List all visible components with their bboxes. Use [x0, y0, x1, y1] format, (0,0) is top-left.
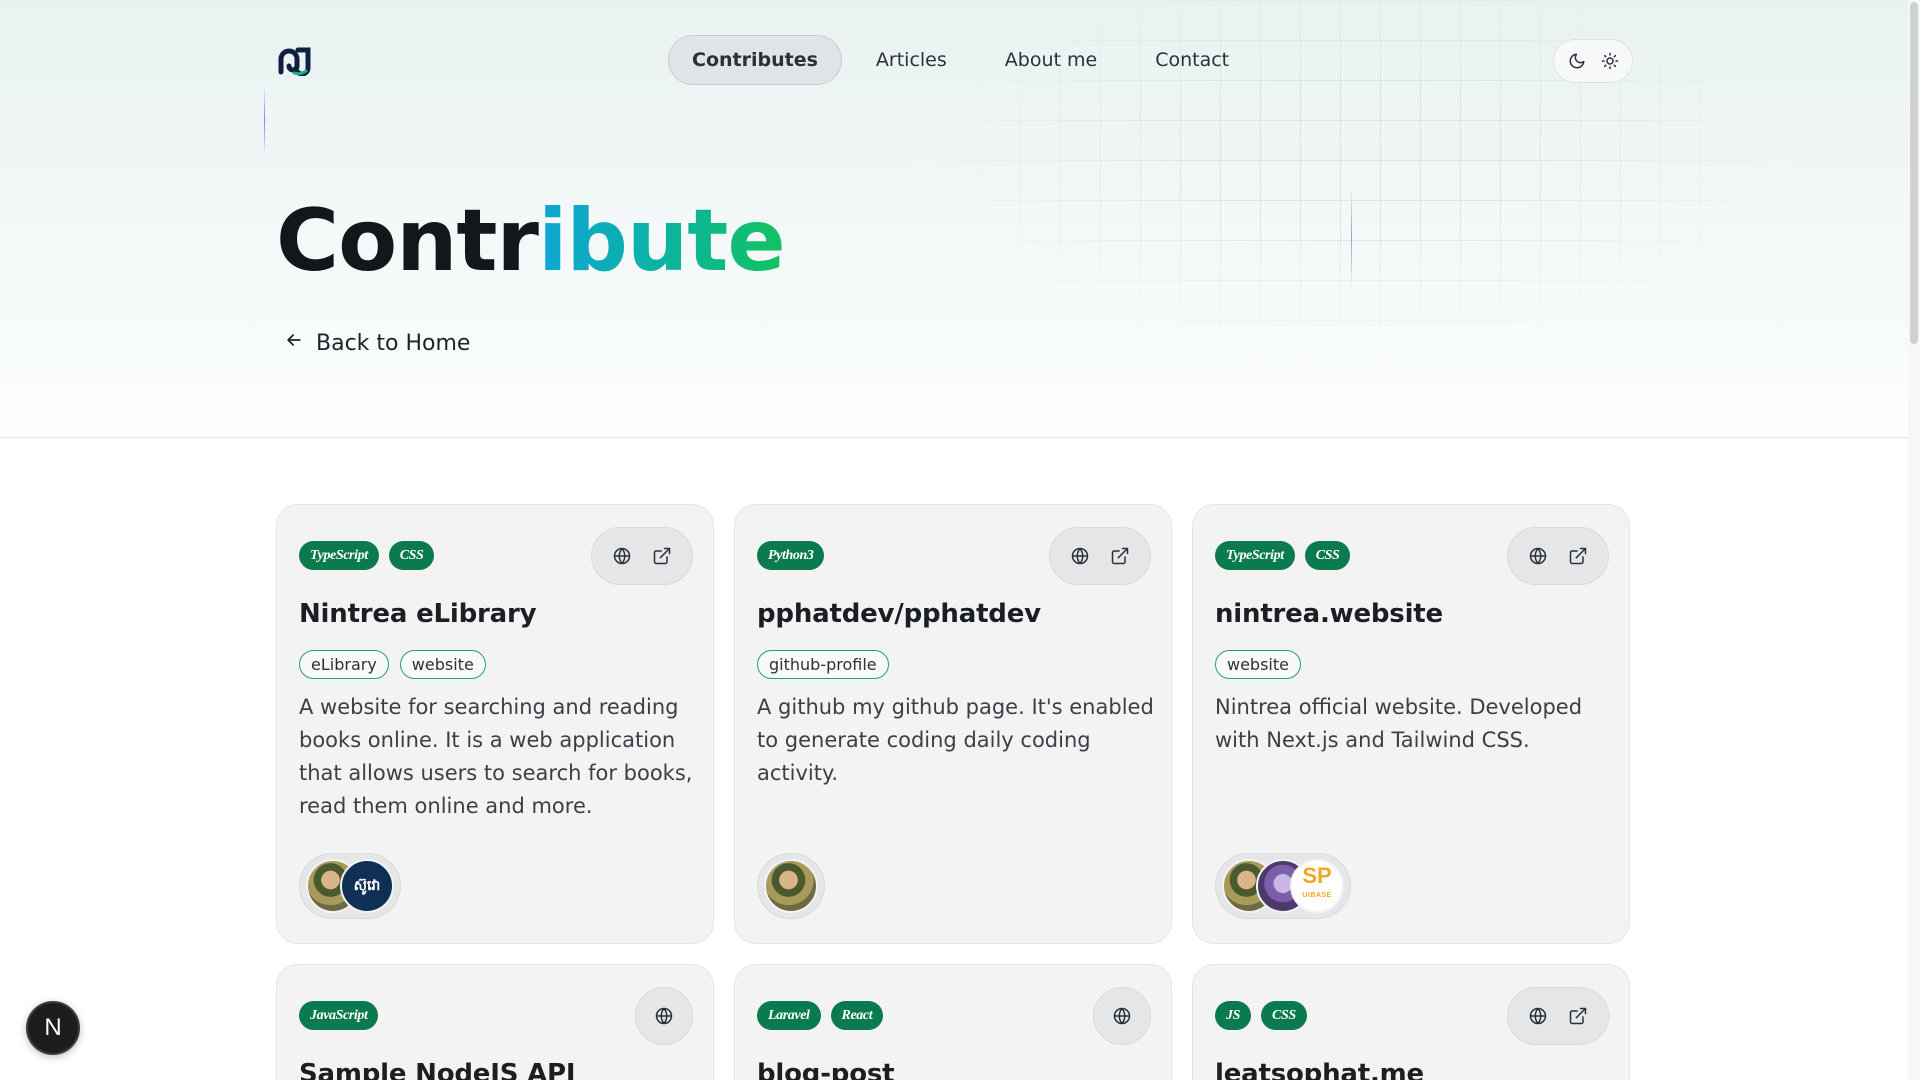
nav-item-contributes[interactable]: Contributes — [668, 35, 842, 85]
contributor-avatars — [757, 853, 825, 919]
page-title: Contribute — [276, 186, 786, 296]
globe-icon[interactable] — [1107, 1001, 1137, 1031]
decorative-beam — [264, 84, 265, 156]
contributor-avatars: ស៊ូវោ — [299, 853, 401, 919]
page-title-part1: Contr — [276, 191, 539, 291]
card-actions — [635, 987, 693, 1045]
tech-badges: Laravel React — [757, 1001, 884, 1030]
tech-badge: TypeScript — [1215, 541, 1295, 570]
project-card[interactable]: Python3 pphatdev/pphatdev github-profile… — [734, 504, 1172, 944]
tech-badges: TypeScript CSS — [1215, 541, 1351, 570]
tech-badges: Python3 — [757, 541, 825, 570]
topic-tags: eLibrary website — [299, 650, 486, 679]
tech-badges: TypeScript CSS — [299, 541, 435, 570]
project-card[interactable]: JS CSS leatsophat.me — [1192, 964, 1630, 1080]
card-title[interactable]: blog-post — [757, 1059, 895, 1080]
arrow-left-icon — [284, 330, 304, 356]
card-title[interactable]: Nintrea eLibrary — [299, 599, 537, 629]
nav-item-articles[interactable]: Articles — [852, 35, 971, 85]
card-description: A website for searching and reading book… — [299, 695, 693, 818]
topic-tag: website — [1215, 650, 1301, 679]
back-to-home-label: Back to Home — [316, 330, 471, 356]
tech-badges: JS CSS — [1215, 1001, 1307, 1030]
page-title-part2: ibute — [537, 191, 786, 291]
tech-badge: Laravel — [757, 1001, 821, 1030]
avatar[interactable]: ស៊ូវោ — [340, 859, 394, 913]
card-actions — [1049, 527, 1151, 585]
topic-tag: website — [399, 650, 486, 679]
main-nav: Contributes Articles About me Contact — [668, 35, 1253, 85]
avatar[interactable]: SP UIBASE — [1290, 859, 1344, 913]
logo-icon[interactable] — [278, 46, 314, 77]
globe-icon[interactable] — [1523, 541, 1553, 571]
nav-item-about-me[interactable]: About me — [981, 35, 1121, 85]
sun-icon[interactable] — [1596, 47, 1624, 75]
card-title[interactable]: pphatdev/pphatdev — [757, 599, 1041, 629]
globe-icon[interactable] — [649, 1001, 679, 1031]
topic-tag: github-profile — [757, 650, 889, 679]
scrollbar[interactable] — [1908, 0, 1920, 1080]
external-link-icon[interactable] — [1563, 541, 1593, 571]
tech-badge: TypeScript — [299, 541, 379, 570]
back-to-home-link[interactable]: Back to Home — [284, 330, 470, 356]
card-actions — [1507, 527, 1609, 585]
tech-badge: CSS — [1304, 541, 1351, 570]
project-grid: TypeScript CSS Nintrea eLibrary eLibrary… — [276, 504, 1630, 1080]
topic-tag: eLibrary — [299, 650, 389, 679]
card-description: A github my github page. It's enabled to… — [757, 695, 1154, 785]
tech-badge: Python3 — [757, 541, 825, 570]
scrollbar-thumb[interactable] — [1910, 2, 1918, 344]
project-card[interactable]: JavaScript Sample NodeJS API — [276, 964, 714, 1080]
theme-toggle — [1553, 39, 1633, 83]
external-link-icon[interactable] — [647, 541, 677, 571]
moon-icon[interactable] — [1563, 47, 1591, 75]
topic-tags: github-profile — [757, 650, 889, 679]
project-card[interactable]: TypeScript CSS nintrea.website website N… — [1192, 504, 1630, 944]
card-title[interactable]: nintrea.website — [1215, 599, 1443, 629]
tech-badge: React — [830, 1001, 884, 1030]
card-description: Nintrea official website. Developed with… — [1215, 695, 1583, 752]
tech-badge: CSS — [388, 541, 435, 570]
card-actions — [1093, 987, 1151, 1045]
hero-section: Contributes Articles About me Contact Co… — [0, 0, 1908, 438]
globe-icon[interactable] — [1523, 1001, 1553, 1031]
external-link-icon[interactable] — [1105, 541, 1135, 571]
avatar-initials: SP — [1302, 863, 1332, 888]
avatar-subtext: UIBASE — [1302, 892, 1332, 899]
card-title[interactable]: Sample NodeJS API — [299, 1059, 576, 1080]
card-title[interactable]: leatsophat.me — [1215, 1059, 1424, 1080]
topic-tags: website — [1215, 650, 1301, 679]
project-card[interactable]: Laravel React blog-post — [734, 964, 1172, 1080]
external-link-icon[interactable] — [1563, 1001, 1593, 1031]
contributor-avatars: SP UIBASE — [1215, 853, 1351, 919]
globe-icon[interactable] — [607, 541, 637, 571]
card-actions — [591, 527, 693, 585]
card-actions — [1507, 987, 1609, 1045]
tech-badge: JS — [1215, 1001, 1251, 1030]
nav-item-contact[interactable]: Contact — [1131, 35, 1253, 85]
tech-badge: JavaScript — [299, 1001, 379, 1030]
nextjs-icon[interactable]: N — [26, 1001, 80, 1055]
avatar[interactable] — [764, 859, 818, 913]
globe-icon[interactable] — [1065, 541, 1095, 571]
tech-badge: CSS — [1261, 1001, 1307, 1030]
tech-badges: JavaScript — [299, 1001, 379, 1030]
project-card[interactable]: TypeScript CSS Nintrea eLibrary eLibrary… — [276, 504, 714, 944]
decorative-beam — [1351, 186, 1352, 290]
